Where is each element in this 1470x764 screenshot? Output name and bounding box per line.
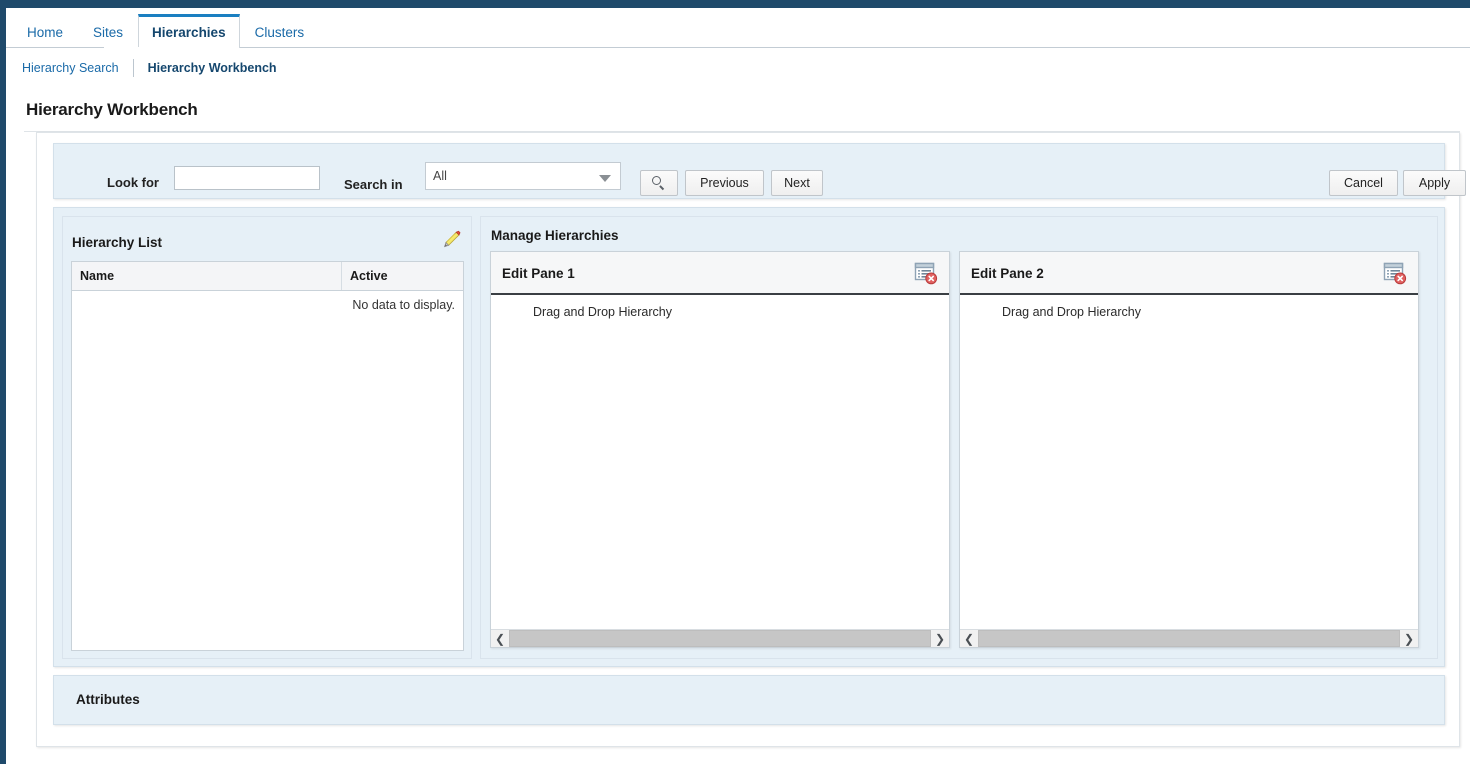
search-in-select[interactable]: All <box>425 162 621 190</box>
column-header-name[interactable]: Name <box>72 262 342 290</box>
scroll-track[interactable] <box>978 630 1400 647</box>
subnav-label: Hierarchy Search <box>22 61 119 75</box>
chevron-left-icon[interactable]: ❮ <box>960 630 978 647</box>
tab-hierarchies[interactable]: Hierarchies <box>138 14 240 48</box>
tab-clusters[interactable]: Clusters <box>240 16 320 48</box>
search-in-selected-value: All <box>433 169 447 183</box>
chevron-right-icon[interactable]: ❯ <box>1400 630 1418 647</box>
edit-pane-1-body[interactable]: Drag and Drop Hierarchy <box>491 295 949 628</box>
table-header-row: Name Active <box>72 262 463 291</box>
search-button[interactable] <box>640 170 678 196</box>
column-header-active[interactable]: Active <box>342 262 463 290</box>
next-button-label: Next <box>784 176 810 190</box>
remove-pane-icon[interactable] <box>1383 262 1407 285</box>
search-icon <box>652 176 666 191</box>
empty-state-message: No data to display. <box>352 298 455 312</box>
edit-pane-2-placeholder: Drag and Drop Hierarchy <box>1002 305 1141 319</box>
pencil-icon[interactable] <box>440 229 462 251</box>
apply-button-label: Apply <box>1418 176 1451 190</box>
content-card: Look for Search in All Previous Next Can… <box>36 132 1466 747</box>
chevron-down-icon <box>599 175 611 182</box>
edit-pane-2: Edit Pane 2 Drag and Drop Hierarchy ❮ ❯ <box>959 251 1419 648</box>
manage-hierarchies-title: Manage Hierarchies <box>491 228 619 243</box>
page-root: Home Sites Hierarchies Clusters Hierarch… <box>6 8 1470 764</box>
edit-pane-2-title: Edit Pane 2 <box>971 266 1044 281</box>
edit-pane-1-title: Edit Pane 1 <box>502 266 575 281</box>
tab-label: Clusters <box>254 25 305 40</box>
previous-button-label: Previous <box>700 176 749 190</box>
active-tab-underline-mask <box>104 47 195 48</box>
hierarchy-list-title: Hierarchy List <box>72 235 163 250</box>
edit-pane-1-hscrollbar[interactable]: ❮ ❯ <box>491 629 949 647</box>
scroll-thumb[interactable] <box>509 630 931 647</box>
previous-button[interactable]: Previous <box>685 170 764 196</box>
look-for-label: Look for <box>107 175 159 190</box>
chevron-right-icon[interactable]: ❯ <box>931 630 949 647</box>
hierarchy-list-panel: Hierarchy List Name Active No data to di… <box>62 216 472 659</box>
secondary-nav-bar: Hierarchy Search Hierarchy Workbench <box>6 48 1470 88</box>
page-title: Hierarchy Workbench <box>26 100 198 119</box>
workbench-body: Hierarchy List Name Active No data to di… <box>53 207 1445 667</box>
tab-label: Home <box>27 25 64 40</box>
remove-pane-icon[interactable] <box>914 262 938 285</box>
subnav-divider <box>132 59 134 77</box>
edit-pane-2-header: Edit Pane 2 <box>960 252 1418 295</box>
top-accent-bar <box>0 0 1470 8</box>
tab-sites[interactable]: Sites <box>78 16 138 48</box>
apply-button[interactable]: Apply <box>1403 170 1466 196</box>
tab-label: Sites <box>93 25 124 40</box>
edit-pane-1: Edit Pane 1 Drag and Drop Hierarchy ❮ ❯ <box>490 251 950 648</box>
cancel-button-label: Cancel <box>1344 176 1383 190</box>
manage-hierarchies-panel: Manage Hierarchies Edit Pane 1 Drag and … <box>480 216 1438 659</box>
next-button[interactable]: Next <box>771 170 823 196</box>
attributes-title: Attributes <box>76 692 140 707</box>
scroll-thumb[interactable] <box>978 630 1400 647</box>
chevron-left-icon[interactable]: ❮ <box>491 630 509 647</box>
tab-label: Hierarchies <box>152 25 226 40</box>
subnav-label: Hierarchy Workbench <box>147 61 277 75</box>
search-in-label: Search in <box>344 177 403 192</box>
tab-home[interactable]: Home <box>12 16 78 48</box>
attributes-panel[interactable]: Attributes <box>53 675 1445 725</box>
scroll-track[interactable] <box>509 630 931 647</box>
edit-pane-2-hscrollbar[interactable]: ❮ ❯ <box>960 629 1418 647</box>
hierarchy-list-table: Name Active No data to display. <box>71 261 464 651</box>
edit-pane-2-body[interactable]: Drag and Drop Hierarchy <box>960 295 1418 628</box>
subnav-item-hierarchy-workbench[interactable]: Hierarchy Workbench <box>140 61 285 75</box>
look-for-input[interactable] <box>174 166 320 190</box>
edit-pane-1-header: Edit Pane 1 <box>491 252 949 295</box>
primary-tab-bar: Home Sites Hierarchies Clusters <box>6 8 1470 48</box>
subnav-item-hierarchy-search[interactable]: Hierarchy Search <box>14 61 127 75</box>
table-body: No data to display. <box>72 291 463 650</box>
edit-pane-1-placeholder: Drag and Drop Hierarchy <box>533 305 672 319</box>
cancel-button[interactable]: Cancel <box>1329 170 1398 196</box>
search-toolbar: Look for Search in All Previous Next Can… <box>53 143 1466 199</box>
